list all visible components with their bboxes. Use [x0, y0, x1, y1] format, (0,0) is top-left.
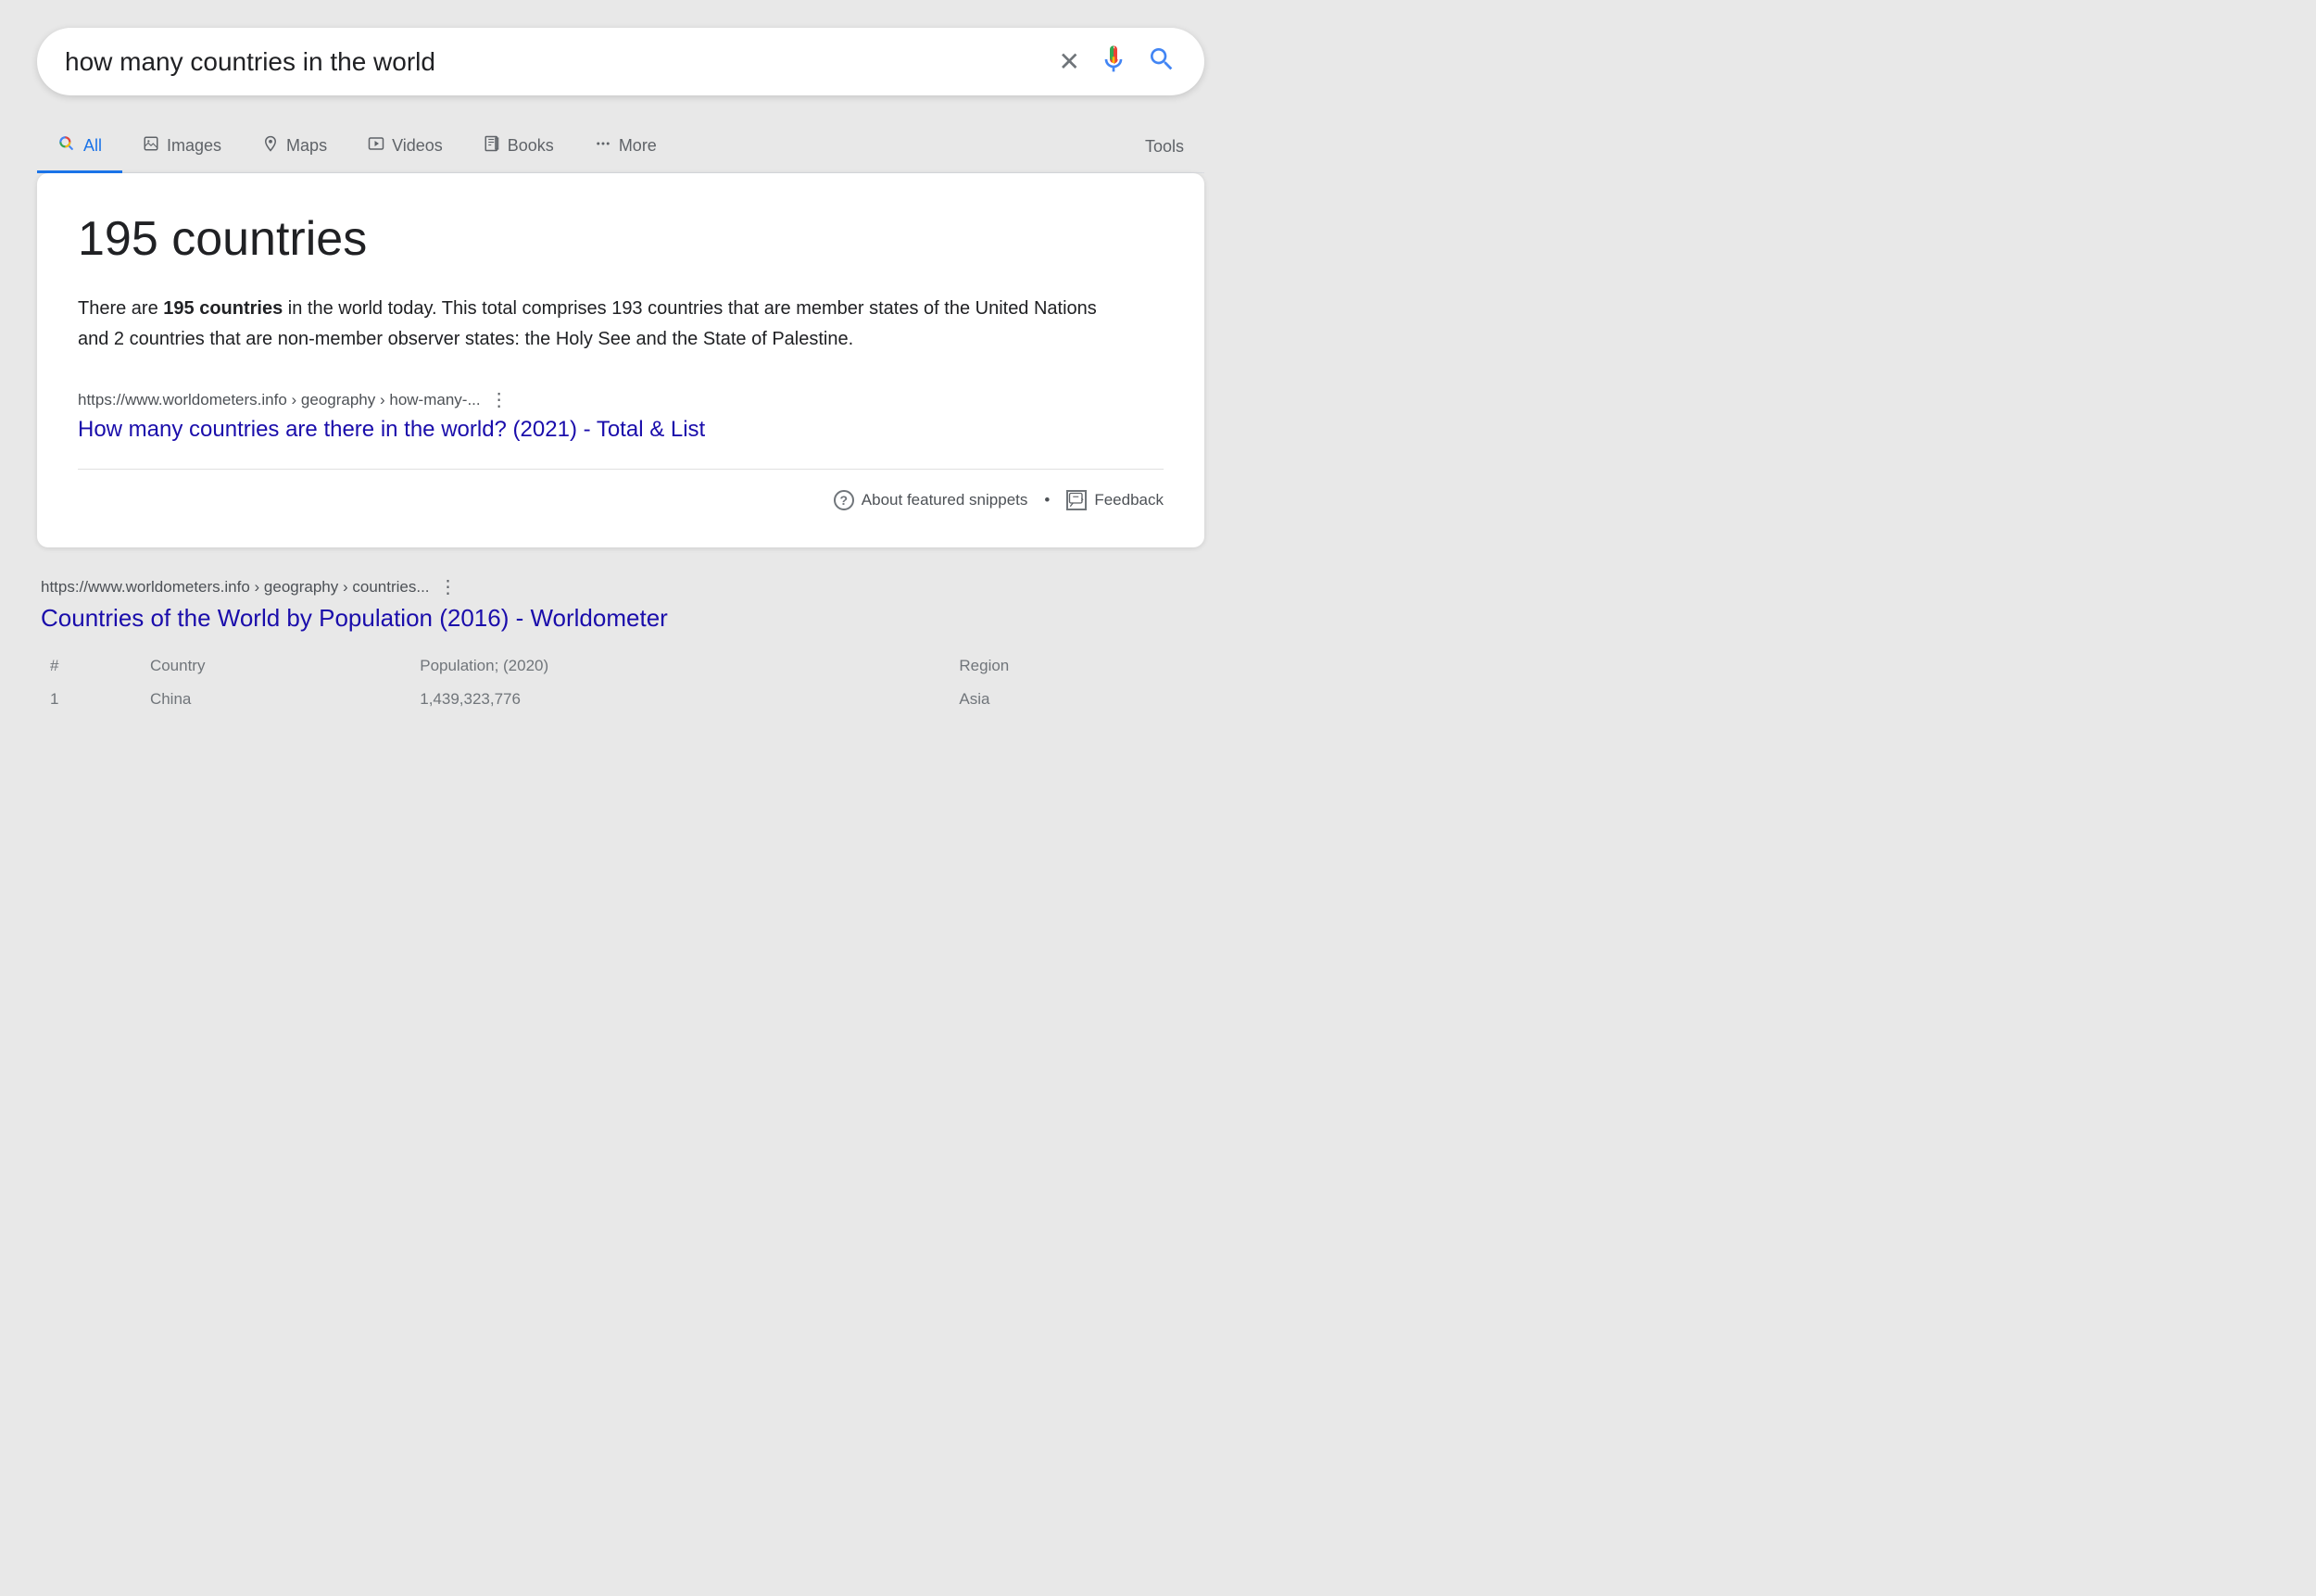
- books-icon: [484, 135, 500, 157]
- tab-videos-label: Videos: [392, 136, 443, 156]
- table-cell-region: Asia: [950, 683, 1201, 716]
- tab-books-label: Books: [508, 136, 554, 156]
- snippet-footer: ? About featured snippets • Feedback: [78, 469, 1164, 510]
- table-cell-number: 1: [41, 683, 141, 716]
- table-header-row: # Country Population; (2020) Region: [41, 649, 1201, 683]
- table-col-number: #: [41, 649, 141, 683]
- tab-videos[interactable]: Videos: [347, 122, 463, 172]
- feedback-button[interactable]: Feedback: [1066, 490, 1164, 510]
- tab-images-label: Images: [167, 136, 221, 156]
- main-content: 195 countries There are 195 countries in…: [37, 173, 1204, 744]
- snippet-description: There are 195 countries in the world tod…: [78, 294, 1097, 355]
- search-button[interactable]: [1147, 44, 1177, 79]
- search-input[interactable]: [65, 47, 1059, 77]
- result-url-text[interactable]: https://www.worldometers.info › geograph…: [41, 578, 430, 597]
- about-snippets-label: About featured snippets: [862, 491, 1028, 509]
- tools-button[interactable]: Tools: [1125, 124, 1204, 170]
- table-col-country: Country: [141, 649, 410, 683]
- table-col-region: Region: [950, 649, 1201, 683]
- images-icon: [143, 135, 159, 157]
- tab-more[interactable]: More: [574, 122, 677, 172]
- tab-images[interactable]: Images: [122, 122, 242, 172]
- tab-maps[interactable]: Maps: [242, 122, 347, 172]
- question-icon: ?: [834, 490, 854, 510]
- featured-snippet: 195 countries There are 195 countries in…: [37, 173, 1204, 547]
- all-search-icon: [57, 134, 76, 157]
- more-dots-icon: [595, 135, 611, 157]
- second-result: https://www.worldometers.info › geograph…: [37, 547, 1204, 744]
- clear-icon[interactable]: ✕: [1059, 46, 1080, 77]
- snippet-more-options-icon[interactable]: ⋮: [490, 388, 509, 411]
- table-row: 1 China 1,439,323,776 Asia: [41, 683, 1201, 716]
- tab-all-label: All: [83, 136, 102, 156]
- result-more-options-icon[interactable]: ⋮: [439, 575, 458, 598]
- feedback-icon: [1066, 490, 1087, 510]
- search-bar: ✕: [37, 28, 1204, 95]
- table-cell-country: China: [141, 683, 410, 716]
- result-table: # Country Population; (2020) Region 1 Ch…: [41, 649, 1201, 716]
- tab-maps-label: Maps: [286, 136, 327, 156]
- tab-more-label: More: [619, 136, 657, 156]
- tab-books[interactable]: Books: [463, 122, 574, 172]
- about-snippets-button[interactable]: ? About featured snippets: [834, 490, 1028, 510]
- snippet-url-text[interactable]: https://www.worldometers.info › geograph…: [78, 391, 481, 409]
- videos-icon: [368, 135, 384, 157]
- maps-icon: [262, 135, 279, 157]
- feedback-label: Feedback: [1094, 491, 1164, 509]
- nav-tabs: All Images Maps Videos: [37, 121, 1204, 173]
- snippet-result-link[interactable]: How many countries are there in the worl…: [78, 417, 1164, 443]
- table-cell-population: 1,439,323,776: [410, 683, 950, 716]
- table-col-population: Population; (2020): [410, 649, 950, 683]
- dot-separator: •: [1044, 491, 1050, 509]
- mic-icon[interactable]: [1099, 44, 1128, 79]
- snippet-answer: 195 countries: [78, 210, 1164, 268]
- search-icons: ✕: [1059, 44, 1177, 79]
- result-url: https://www.worldometers.info › geograph…: [41, 575, 1201, 598]
- tab-all[interactable]: All: [37, 121, 122, 173]
- result-title-link[interactable]: Countries of the World by Population (20…: [41, 604, 1201, 633]
- snippet-source-url: https://www.worldometers.info › geograph…: [78, 388, 1164, 411]
- snippet-bold: 195 countries: [163, 298, 283, 319]
